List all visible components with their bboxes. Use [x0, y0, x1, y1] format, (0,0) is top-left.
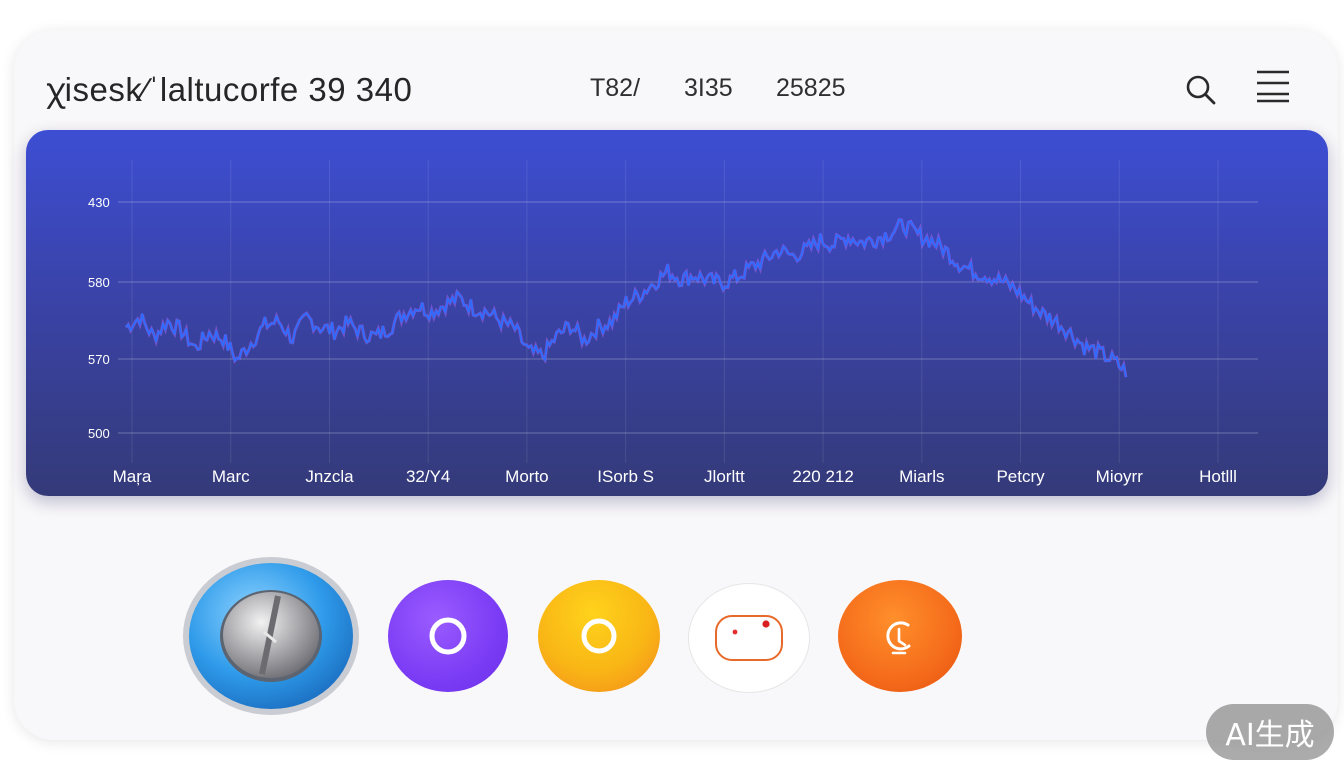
x-tick-label: Marc [212, 467, 250, 486]
ring-icon [429, 617, 467, 655]
ai-generated-badge: AI生成 [1206, 704, 1334, 760]
purple-action-button[interactable] [388, 580, 508, 692]
header-stat-1: T82/ [590, 74, 641, 102]
chat-action-button[interactable] [689, 584, 809, 692]
chart-panel: 430 580 570 500 Maŗa Marc Jnzcla 32/Y4 Morto ISor… [26, 130, 1328, 496]
x-tick-label: ISorb S [597, 467, 654, 486]
y-tick-label: 580 [88, 275, 110, 290]
x-tick-label: 220 212 [792, 467, 853, 486]
x-tick-label: Miarls [899, 467, 944, 486]
search-icon [1186, 75, 1216, 105]
y-tick-label: 430 [88, 195, 110, 210]
x-tick-label: Hotlll [1199, 467, 1237, 486]
y-tick-label: 570 [88, 352, 110, 367]
search-button[interactable] [1180, 68, 1224, 112]
page-title: ꭓisesk∕ˈlaltucorfe 39 340 [46, 71, 413, 108]
x-tick-label: Jlorltt [704, 467, 745, 486]
y-tick-label: 500 [88, 426, 110, 441]
line-chart: 430 580 570 500 Maŗa Marc Jnzcla 32/Y4 Morto ISor… [88, 160, 1258, 486]
dial-button[interactable] [182, 556, 360, 716]
x-tick-label: Morto [505, 467, 548, 486]
yellow-action-button[interactable] [538, 580, 660, 692]
x-tick-label: Mioyrr [1096, 467, 1144, 486]
header-stat-2: 3I35 [684, 74, 733, 102]
refresh-icon [886, 621, 911, 655]
x-tick-label: Maŗa [113, 467, 152, 486]
x-tick-label: Jnzcla [305, 467, 354, 486]
menu-button[interactable] [1252, 64, 1296, 108]
header-stat-3: 25825 [776, 74, 846, 102]
ring-icon [581, 618, 617, 654]
hamburger-menu-icon [1257, 70, 1289, 103]
chat-bubble-icon [715, 615, 783, 661]
dial-knob-icon [183, 557, 359, 715]
orange-action-button[interactable] [838, 580, 962, 692]
x-tick-label: 32/Y4 [406, 467, 450, 486]
x-tick-label: Petcry [996, 467, 1045, 486]
